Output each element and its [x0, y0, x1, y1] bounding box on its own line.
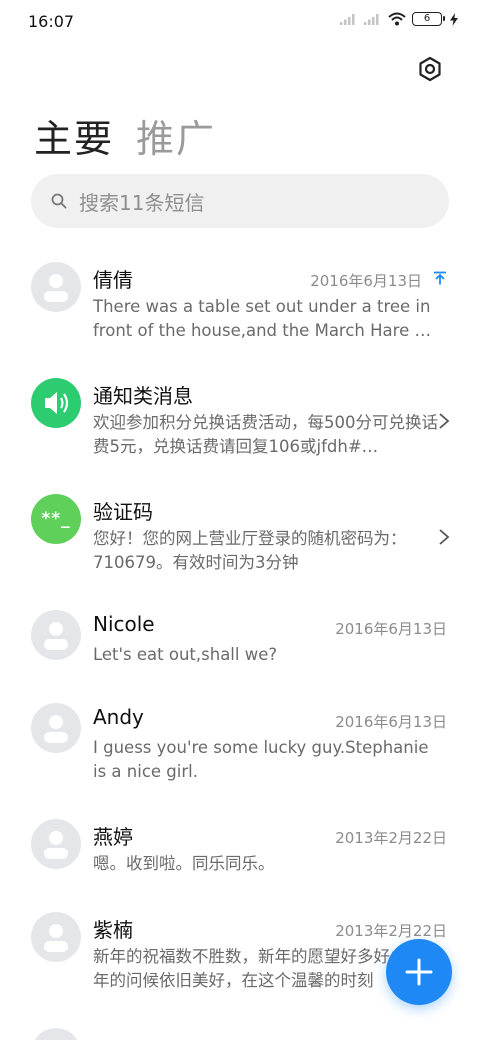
- gear-icon: [419, 56, 441, 82]
- conversation-row[interactable]: 通知类消息 欢迎参加积分兑换话费活动，每500分可兑换话费5元，兑换话费请回复1…: [0, 354, 480, 470]
- avatar: [31, 912, 81, 962]
- message-preview: 欢迎参加积分兑换话费活动，每500分可兑换话费5元，兑换话费请回复106或jfd…: [93, 413, 438, 456]
- conversation-row[interactable]: Nicole 2016年6月13日 Let's eat out,shall we…: [0, 586, 480, 679]
- conversation-row[interactable]: 倩倩 2016年6月13日 There was a table set out …: [0, 238, 480, 354]
- message-preview: 您好！您的网上营业厅登录的随机密码为：710679。有效时间为3分钟: [93, 529, 407, 572]
- message-date: 2013年2月22日: [335, 922, 447, 940]
- tab-bar: 主要 推广: [34, 108, 216, 163]
- message-preview: I guess you're some lucky guy.Stephanie …: [93, 738, 429, 781]
- status-icons: 6: [340, 12, 458, 26]
- battery-icon: 6: [412, 12, 445, 26]
- speaker-icon: [45, 392, 69, 414]
- contact-name: 倩倩: [93, 268, 133, 292]
- person-icon: [44, 831, 68, 859]
- person-icon: [31, 1028, 81, 1040]
- message-preview: There was a table set out under a tree i…: [93, 297, 431, 340]
- wifi-icon: [388, 12, 406, 26]
- person-icon: [44, 274, 68, 302]
- contact-name: 燕婷: [93, 825, 133, 849]
- tab-primary[interactable]: 主要: [34, 108, 114, 163]
- contact-name: 紫楠: [93, 918, 133, 942]
- message-preview: 嗯。收到啦。同乐同乐。: [93, 854, 275, 873]
- message-date: 2016年6月13日: [335, 713, 447, 731]
- signal-icon-2: [364, 14, 379, 25]
- status-bar: 16:07 6: [0, 0, 480, 44]
- new-message-button[interactable]: [386, 939, 452, 1005]
- status-time: 16:07: [28, 12, 75, 31]
- charging-icon: [450, 12, 458, 26]
- message-date: 2016年6月13日: [335, 620, 447, 638]
- conversation-row[interactable]: 燕婷 2013年2月22日 嗯。收到啦。同乐同乐。: [0, 795, 480, 888]
- contact-name: Nicole: [93, 612, 155, 636]
- avatar: **_: [31, 494, 81, 544]
- avatar: [31, 378, 81, 428]
- avatar: [31, 1028, 81, 1040]
- message-date: 2013年2月22日: [335, 829, 447, 847]
- conversation-row[interactable]: Andy 2016年6月13日 I guess you're some luck…: [0, 679, 480, 795]
- avatar: [31, 610, 81, 660]
- person-icon: [44, 715, 68, 743]
- search-icon: [51, 193, 67, 209]
- search-bar[interactable]: 搜索11条短信: [31, 174, 449, 228]
- message-preview: Let's eat out,shall we?: [93, 645, 278, 664]
- settings-button[interactable]: [416, 55, 444, 83]
- conversation-row[interactable]: **_ 验证码 您好！您的网上营业厅登录的随机密码为：710679。有效时间为3…: [0, 470, 480, 586]
- signal-icon: [340, 14, 355, 25]
- plus-icon: [405, 958, 433, 986]
- tab-promotions[interactable]: 推广: [136, 108, 216, 163]
- contact-name: 通知类消息: [93, 384, 193, 408]
- person-icon: [44, 924, 68, 952]
- avatar: [31, 262, 81, 312]
- search-placeholder: 搜索11条短信: [79, 190, 205, 215]
- pin-top-icon: [434, 271, 446, 285]
- avatar: [31, 703, 81, 753]
- person-icon: [44, 622, 68, 650]
- contact-name: 验证码: [93, 500, 153, 524]
- conversation-row-partial[interactable]: [0, 1004, 480, 1040]
- contact-name: Andy: [93, 705, 144, 729]
- avatar: [31, 819, 81, 869]
- password-icon: **_: [41, 509, 71, 529]
- message-date: 2016年6月13日: [310, 272, 422, 290]
